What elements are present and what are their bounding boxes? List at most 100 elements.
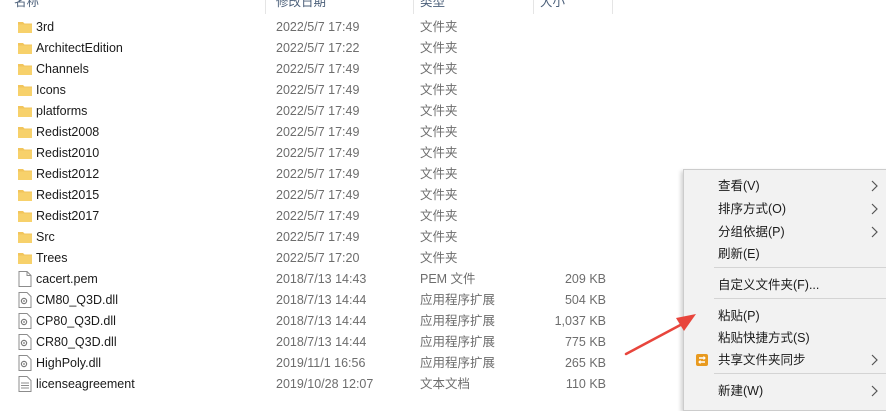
- file-name: 3rd: [36, 20, 55, 34]
- folder-icon: [18, 208, 32, 224]
- menu-item-label: 粘贴(P): [718, 309, 760, 323]
- menu-item-new[interactable]: 新建(W): [684, 380, 886, 402]
- chevron-right-icon: [870, 203, 880, 215]
- file-date: 2022/5/7 17:49: [276, 230, 360, 244]
- file-row[interactable]: CM80_Q3D.dll 2018/7/13 14:44 应用程序扩展 504 KB: [0, 290, 620, 311]
- file-row[interactable]: Redist2012 2022/5/7 17:49 文件夹: [0, 164, 620, 185]
- file-type: 文件夹: [420, 251, 458, 265]
- file-row[interactable]: CR80_Q3D.dll 2018/7/13 14:44 应用程序扩展 775 KB: [0, 332, 620, 353]
- chevron-right-icon: [870, 385, 880, 397]
- file-name: Channels: [36, 62, 89, 76]
- file-name: Src: [36, 230, 55, 244]
- file-row[interactable]: CP80_Q3D.dll 2018/7/13 14:44 应用程序扩展 1,037 K…: [0, 311, 620, 332]
- folder-icon: [18, 19, 32, 35]
- chevron-right-icon: [870, 354, 880, 366]
- folder-icon: [18, 145, 32, 161]
- file-type: 文本文档: [420, 377, 471, 391]
- menu-item-group-by[interactable]: 分组依据(P): [684, 221, 886, 243]
- folder-icon: [18, 124, 32, 140]
- file-row[interactable]: 3rd 2022/5/7 17:49 文件夹: [0, 17, 620, 38]
- file-name: Redist2017: [36, 209, 100, 223]
- menu-item-label: 共享文件夹同步: [718, 353, 806, 367]
- menu-item-label: 刷新(E): [718, 247, 760, 261]
- file-type: 应用程序扩展: [420, 314, 496, 328]
- file-date: 2022/5/7 17:49: [276, 83, 360, 97]
- folder-icon: [18, 166, 32, 182]
- column-size-header[interactable]: 大小: [540, 0, 565, 14]
- column-divider[interactable]: [612, 0, 613, 14]
- column-divider[interactable]: [533, 0, 534, 14]
- file-name: Redist2012: [36, 167, 100, 181]
- file-row[interactable]: Redist2015 2022/5/7 17:49 文件夹: [0, 185, 620, 206]
- file-date: 2018/7/13 14:44: [276, 314, 367, 328]
- menu-item-sort-by[interactable]: 排序方式(O): [684, 198, 886, 220]
- file-name: Trees: [36, 251, 68, 265]
- file-size: 775 KB: [564, 335, 606, 349]
- column-type-header[interactable]: 类型: [420, 0, 445, 14]
- menu-item-label: 粘贴快捷方式(S): [718, 331, 810, 345]
- file-type: 应用程序扩展: [420, 335, 496, 349]
- dll-icon: [18, 334, 32, 350]
- file-date: 2022/5/7 17:20: [276, 251, 360, 265]
- menu-separator: [714, 298, 886, 299]
- file-type: 文件夹: [420, 146, 458, 160]
- column-divider[interactable]: [413, 0, 414, 14]
- menu-separator: [714, 373, 886, 374]
- column-header: 名称 修改日期 类型 大小: [0, 0, 886, 14]
- file-type: 文件夹: [420, 230, 458, 244]
- menu-item-label: 新建(W): [718, 384, 764, 398]
- file-date: 2022/5/7 17:49: [276, 62, 360, 76]
- file-row[interactable]: HighPoly.dll 2019/11/1 16:56 应用程序扩展 265 KB: [0, 353, 620, 374]
- file-type: PEM 文件: [420, 272, 476, 286]
- file-row[interactable]: Src 2022/5/7 17:49 文件夹: [0, 227, 620, 248]
- context-menu: 查看(V) 排序方式(O) 分组依据(P) 刷新(E) 自定义文件夹(F)... 粘贴(P…: [683, 169, 886, 411]
- file-row[interactable]: platforms 2022/5/7 17:49 文件夹: [0, 101, 620, 122]
- file-date: 2018/7/13 14:44: [276, 335, 367, 349]
- file-name: HighPoly.dll: [36, 356, 102, 370]
- column-date-header[interactable]: 修改日期: [276, 0, 326, 14]
- file-type: 文件夹: [420, 188, 458, 202]
- file-size: 110 KB: [565, 377, 606, 391]
- file-name: Redist2015: [36, 188, 100, 202]
- file-type: 应用程序扩展: [420, 356, 496, 370]
- file-size: 209 KB: [564, 272, 606, 286]
- file-row[interactable]: Redist2010 2022/5/7 17:49 文件夹: [0, 143, 620, 164]
- file-type: 文件夹: [420, 41, 458, 55]
- file-row[interactable]: Channels 2022/5/7 17:49 文件夹: [0, 59, 620, 80]
- dll-icon: [18, 355, 32, 371]
- dll-icon: [18, 292, 32, 308]
- file-name: CM80_Q3D.dll: [36, 293, 118, 307]
- dll-icon: [18, 313, 32, 329]
- file-date: 2022/5/7 17:49: [276, 209, 360, 223]
- file-date: 2022/5/7 17:49: [276, 125, 360, 139]
- menu-item-share-sync[interactable]: 共享文件夹同步: [684, 349, 886, 371]
- file-row[interactable]: ArchitectEdition 2022/5/7 17:22 文件夹: [0, 38, 620, 59]
- file-name: Redist2010: [36, 146, 100, 160]
- file-date: 2022/5/7 17:49: [276, 146, 360, 160]
- file-name: CR80_Q3D.dll: [36, 335, 117, 349]
- file-row[interactable]: Redist2008 2022/5/7 17:49 文件夹: [0, 122, 620, 143]
- file-name: Icons: [36, 83, 66, 97]
- menu-item-view[interactable]: 查看(V): [684, 175, 886, 197]
- menu-item-refresh[interactable]: 刷新(E): [684, 243, 886, 265]
- file-row[interactable]: Redist2017 2022/5/7 17:49 文件夹: [0, 206, 620, 227]
- file-row[interactable]: Trees 2022/5/7 17:20 文件夹: [0, 248, 620, 269]
- file-type: 文件夹: [420, 83, 458, 97]
- file-row[interactable]: cacert.pem 2018/7/13 14:43 PEM 文件 209 KB: [0, 269, 620, 290]
- file-name: cacert.pem: [36, 272, 98, 286]
- column-divider[interactable]: [265, 0, 266, 14]
- menu-item-label: 自定义文件夹(F)...: [718, 278, 820, 292]
- file-row[interactable]: licenseagreement 2019/10/28 12:07 文本文档 110 …: [0, 374, 620, 395]
- menu-item-paste-shortcut[interactable]: 粘贴快捷方式(S): [684, 327, 886, 349]
- column-name-header[interactable]: 名称: [14, 0, 39, 14]
- file-row[interactable]: Icons 2022/5/7 17:49 文件夹: [0, 80, 620, 101]
- file-type: 文件夹: [420, 20, 458, 34]
- menu-item-paste[interactable]: 粘贴(P): [684, 305, 886, 327]
- menu-item-label: 查看(V): [718, 179, 760, 193]
- file-date: 2019/10/28 12:07: [276, 377, 374, 391]
- menu-item-customize-folder[interactable]: 自定义文件夹(F)...: [684, 274, 886, 296]
- text-file-icon: [18, 376, 32, 392]
- file-type: 文件夹: [420, 62, 458, 76]
- file-name: Redist2008: [36, 125, 100, 139]
- file-date: 2022/5/7 17:49: [276, 20, 360, 34]
